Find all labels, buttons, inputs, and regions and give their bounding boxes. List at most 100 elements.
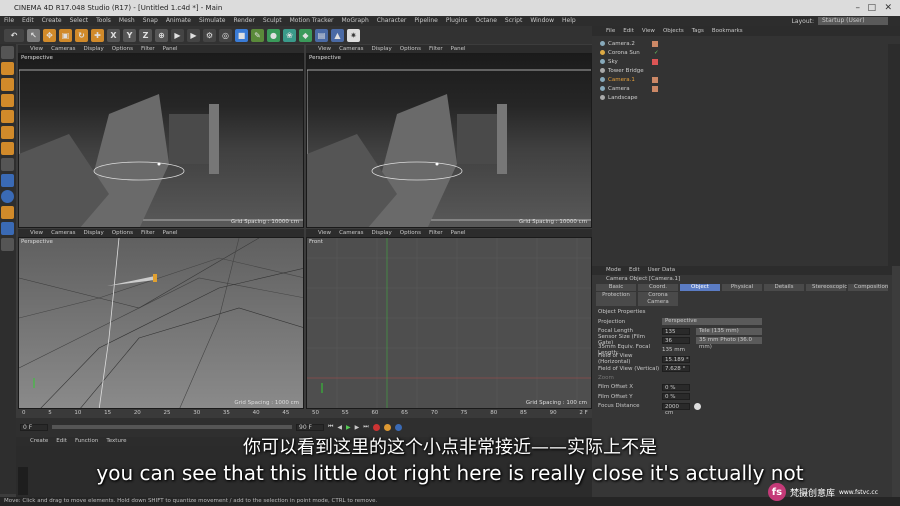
vp-menu-options[interactable]: Options xyxy=(112,229,133,237)
points-mode-icon[interactable] xyxy=(1,110,14,123)
corona-render-icon[interactable]: ◎ xyxy=(219,28,232,42)
am-menu-mode[interactable]: Mode xyxy=(606,266,621,275)
vp-menu-view[interactable]: View xyxy=(318,45,331,53)
tab-physical[interactable]: Physical xyxy=(722,284,762,291)
object-row-camera[interactable]: Camera xyxy=(592,84,900,93)
film-offset-x-field[interactable]: 0 % xyxy=(662,383,690,391)
menu-help[interactable]: Help xyxy=(562,16,576,26)
menu-character[interactable]: Character xyxy=(377,16,407,26)
vp-menu-options[interactable]: Options xyxy=(112,45,133,53)
cube-icon[interactable]: ■ xyxy=(235,28,248,42)
vp-menu-display[interactable]: Display xyxy=(84,229,104,237)
om-menu-view[interactable]: View xyxy=(642,26,655,36)
object-row-camera-1[interactable]: Camera.1 xyxy=(592,75,900,84)
tab-protection[interactable]: Protection xyxy=(596,292,636,306)
menu-sculpt[interactable]: Sculpt xyxy=(263,16,282,26)
menu-simulate[interactable]: Simulate xyxy=(199,16,226,26)
minimize-icon[interactable]: – xyxy=(856,0,861,16)
coordinate-system-icon[interactable]: ⊕ xyxy=(155,28,168,42)
vp-menu-filter[interactable]: Filter xyxy=(429,45,443,53)
menu-file[interactable]: File xyxy=(4,16,14,26)
vp-menu-filter[interactable]: Filter xyxy=(141,229,155,237)
object-row-landscape[interactable]: Landscape xyxy=(592,93,900,102)
tab-corona-camera[interactable]: Corona Camera xyxy=(638,292,678,306)
make-editable-icon[interactable] xyxy=(1,46,14,59)
vp-menu-display[interactable]: Display xyxy=(84,45,104,53)
undo-icon[interactable]: ↶ xyxy=(4,28,24,42)
am-menu-edit[interactable]: Edit xyxy=(629,266,640,275)
enable-axis-icon[interactable] xyxy=(1,158,14,171)
vp-menu-filter[interactable]: Filter xyxy=(141,45,155,53)
om-menu-bookmarks[interactable]: Bookmarks xyxy=(712,26,743,36)
sensor-preset-dropdown[interactable]: 35 mm Photo (36.0 mm) xyxy=(696,336,762,350)
subdivision-icon[interactable]: ● xyxy=(267,28,280,42)
pick-focus-icon[interactable] xyxy=(694,402,701,410)
vp-menu-cameras[interactable]: Cameras xyxy=(339,45,363,53)
object-row-corona-sun[interactable]: Corona Sun ✓ xyxy=(592,48,900,57)
menu-window[interactable]: Window xyxy=(530,16,554,26)
texture-mode-icon[interactable] xyxy=(1,78,14,91)
menu-mograph[interactable]: MoGraph xyxy=(342,16,369,26)
object-row-tower-bridge[interactable]: Tower Bridge xyxy=(592,66,900,75)
cloner-icon[interactable]: ❀ xyxy=(283,28,296,42)
z-axis-lock[interactable]: Z xyxy=(139,28,152,42)
menu-script[interactable]: Script xyxy=(505,16,522,26)
menu-octane[interactable]: Octane xyxy=(475,16,497,26)
vp-menu-panel[interactable]: Panel xyxy=(451,229,466,237)
tab-coord[interactable]: Coord. xyxy=(638,284,678,291)
tab-details[interactable]: Details xyxy=(764,284,804,291)
grid-icon[interactable] xyxy=(1,222,14,235)
keyframe-selection-icon[interactable] xyxy=(394,423,402,431)
timeline-ruler[interactable]: 0 5 10 15 20 25 30 35 40 45 50 55 60 65 70 75 80 85 90 2 F xyxy=(16,409,592,418)
menu-snap[interactable]: Snap xyxy=(143,16,158,26)
vp-menu-view[interactable]: View xyxy=(318,229,331,237)
om-menu-tags[interactable]: Tags xyxy=(692,26,704,36)
tweak-icon[interactable] xyxy=(1,174,14,187)
prev-key-icon[interactable]: ◀ xyxy=(337,424,342,431)
object-row-camera-2[interactable]: Camera.2 xyxy=(592,39,900,48)
tab-composition[interactable]: Composition xyxy=(848,284,888,291)
menu-mesh[interactable]: Mesh xyxy=(119,16,135,26)
viewport-perspective-3[interactable]: Perspective Grid Spacing : 1000 cm xyxy=(18,237,304,409)
recent-tools-icon[interactable]: ✚ xyxy=(91,28,104,42)
focal-preset-dropdown[interactable]: Tele (135 mm) xyxy=(696,327,762,335)
tab-object[interactable]: Object xyxy=(680,284,720,291)
sensor-size-field[interactable]: 36 xyxy=(662,336,690,344)
menu-select[interactable]: Select xyxy=(70,16,89,26)
maximize-icon[interactable]: □ xyxy=(867,0,876,16)
preview-range-slider[interactable] xyxy=(52,425,292,429)
vp-menu-view[interactable]: View xyxy=(30,45,43,53)
close-icon[interactable]: ✕ xyxy=(884,0,892,16)
record-icon[interactable] xyxy=(372,423,380,431)
menu-edit[interactable]: Edit xyxy=(22,16,34,26)
menu-animate[interactable]: Animate xyxy=(166,16,191,26)
snap-icon[interactable] xyxy=(1,190,14,203)
start-frame-field[interactable]: 0 F xyxy=(20,423,48,431)
vp-menu-cameras[interactable]: Cameras xyxy=(51,229,75,237)
vp-menu-cameras[interactable]: Cameras xyxy=(51,45,75,53)
menu-create[interactable]: Create xyxy=(42,16,62,26)
model-mode-icon[interactable] xyxy=(1,62,14,75)
vp-menu-display[interactable]: Display xyxy=(372,229,392,237)
camera-icon[interactable]: ▲ xyxy=(331,28,344,42)
polygons-mode-icon[interactable] xyxy=(1,142,14,155)
select-icon[interactable]: ↖ xyxy=(27,28,40,42)
fov-vertical-field[interactable]: 7.628 ° xyxy=(662,365,690,373)
rotate-icon[interactable]: ↻ xyxy=(75,28,88,42)
sculpt-icon[interactable] xyxy=(1,206,14,219)
focal-length-field[interactable]: 135 xyxy=(662,327,690,335)
scale-icon[interactable]: ▣ xyxy=(59,28,72,42)
render-picture-viewer-icon[interactable]: ▶ xyxy=(187,28,200,42)
light-icon[interactable]: ✷ xyxy=(347,28,360,42)
om-menu-objects[interactable]: Objects xyxy=(663,26,684,36)
go-to-end-icon[interactable]: ⏭ xyxy=(363,423,368,431)
vp-menu-view[interactable]: View xyxy=(30,229,43,237)
scene-icon[interactable]: ▤ xyxy=(315,28,328,42)
viewport-perspective-2[interactable]: Perspective Grid Spacing : 10000 cm xyxy=(306,53,592,228)
end-frame-field[interactable]: 90 F xyxy=(296,423,324,431)
vp-menu-display[interactable]: Display xyxy=(372,45,392,53)
move-icon[interactable]: ✥ xyxy=(43,28,56,42)
film-offset-y-field[interactable]: 0 % xyxy=(662,393,690,401)
menu-pipeline[interactable]: Pipeline xyxy=(414,16,437,26)
tab-stereoscopic[interactable]: Stereoscopic xyxy=(806,284,847,291)
